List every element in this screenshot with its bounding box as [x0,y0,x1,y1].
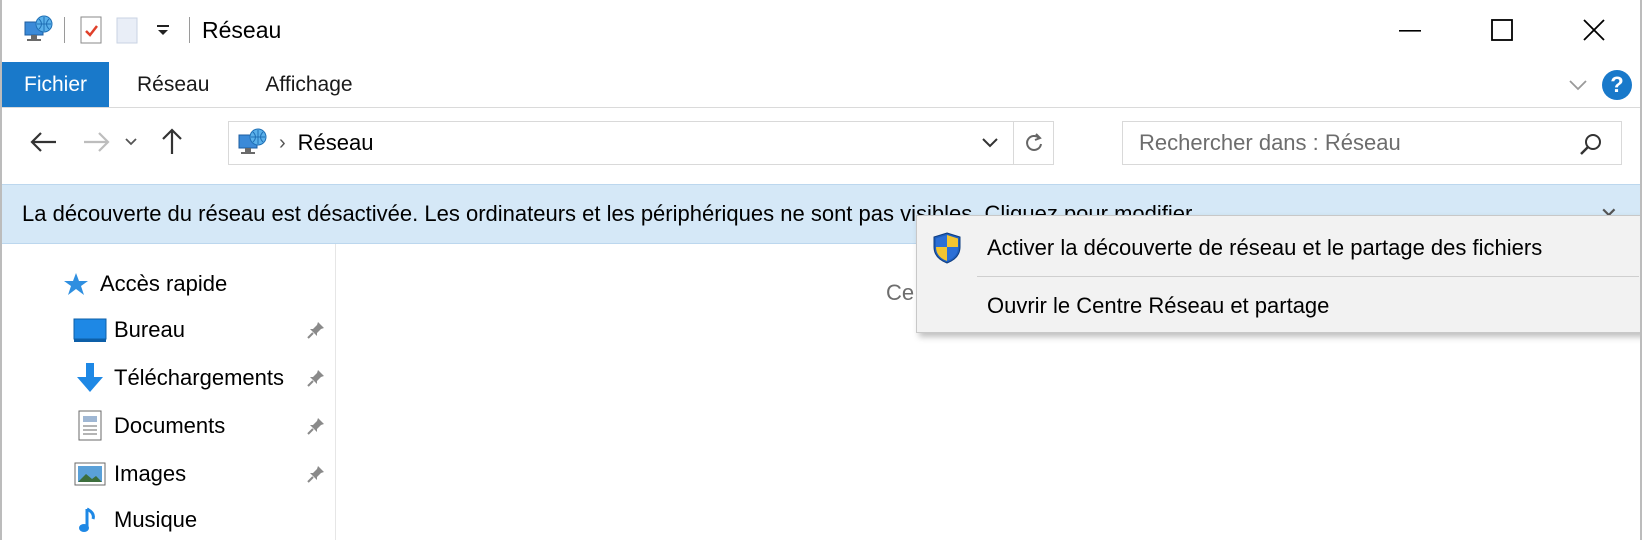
ribbon-controls: ? [1568,62,1632,108]
sidebar-item-musique[interactable]: Musique [72,500,300,540]
sidebar-item-quick-access[interactable]: Accès rapide [58,264,227,304]
properties-icon[interactable] [73,12,109,48]
forward-arrow-icon [84,132,110,152]
refresh-icon [1025,133,1042,151]
network-icon [235,126,269,160]
forward-button[interactable] [74,120,118,164]
pin-icon[interactable] [304,366,328,390]
search-box[interactable] [1122,121,1622,165]
recent-locations-button[interactable] [118,120,144,164]
pin-icon[interactable] [304,414,328,438]
minimize-icon [1399,30,1421,32]
back-button[interactable] [22,120,66,164]
star-icon [58,266,94,302]
content-empty-text: Ce [886,280,915,305]
up-arrow-icon [162,128,182,154]
desktop-icon [72,312,108,348]
maximize-button[interactable] [1456,0,1548,60]
infobar-context-menu: Activer la découverte de réseau et le pa… [916,215,1640,334]
network-icon[interactable] [20,12,56,48]
expand-ribbon-icon[interactable] [1568,78,1588,92]
close-icon [1583,19,1605,41]
menu-item-label: Ouvrir le Centre Réseau et partage [987,293,1330,318]
download-icon [72,360,108,396]
images-icon [72,456,108,492]
up-button[interactable] [150,120,194,164]
menu-icon-placeholder [917,278,977,334]
sidebar-item-documents[interactable]: Documents [72,406,324,446]
sidebar-item-label: Accès rapide [100,271,228,296]
customize-dropdown-icon[interactable] [145,12,181,48]
ribbon-tabs: Fichier Réseau Affichage ? [2,62,1640,108]
tab-fichier[interactable]: Fichier [2,62,110,107]
menu-item-open-network-center[interactable]: Ouvrir le Centre Réseau et partage [917,278,1640,334]
window-title: Réseau [202,16,282,43]
address-bar[interactable]: › Réseau [228,121,1054,165]
navigation-bar: › Réseau [2,110,1640,174]
title-bar: Réseau [2,0,1640,60]
explorer-window: Réseau Fichier Réseau Affichage ? › Rése… [0,0,1642,540]
music-icon [72,502,108,538]
sidebar-item-label: Images [114,461,187,486]
breadcrumb-reseau[interactable]: Réseau [298,130,374,156]
menu-separator [977,276,1639,277]
menu-item-enable-discovery[interactable]: Activer la découverte de réseau et le pa… [917,220,1640,276]
chevron-down-icon [982,138,998,148]
chevron-down-icon [125,138,137,146]
pin-icon[interactable] [304,462,328,486]
breadcrumb-separator[interactable]: › [279,132,286,155]
sidebar-item-bureau[interactable]: Bureau [72,310,324,350]
search-input[interactable] [1123,130,1543,156]
search-icon[interactable] [1577,130,1605,158]
menu-item-label: Activer la découverte de réseau et le pa… [987,235,1543,260]
back-arrow-icon [30,132,56,152]
navigation-pane: Accès rapide Bureau Téléchargements Docu… [2,244,336,540]
toolbar-separator [64,17,65,43]
uac-shield-icon [917,220,977,276]
sidebar-item-label: Téléchargements [114,365,284,390]
quick-access-toolbar [2,12,198,48]
sidebar-item-images[interactable]: Images [72,454,324,494]
address-dropdown-button[interactable] [973,122,1007,164]
documents-icon [72,408,108,444]
tab-reseau[interactable]: Réseau [109,62,237,107]
pin-icon[interactable] [304,318,328,342]
maximize-icon [1491,19,1513,41]
window-controls [1364,0,1640,60]
refresh-button[interactable] [1013,122,1053,164]
close-button[interactable] [1548,0,1640,60]
toolbar-separator [189,17,190,43]
new-folder-icon[interactable] [109,12,145,48]
sidebar-item-label: Bureau [114,317,185,342]
sidebar-item-label: Musique [114,507,198,532]
sidebar-item-telechargements[interactable]: Téléchargements [72,358,324,398]
sidebar-item-label: Documents [114,413,226,438]
help-icon[interactable]: ? [1602,70,1632,100]
minimize-button[interactable] [1364,0,1456,60]
tab-affichage[interactable]: Affichage [237,62,380,107]
